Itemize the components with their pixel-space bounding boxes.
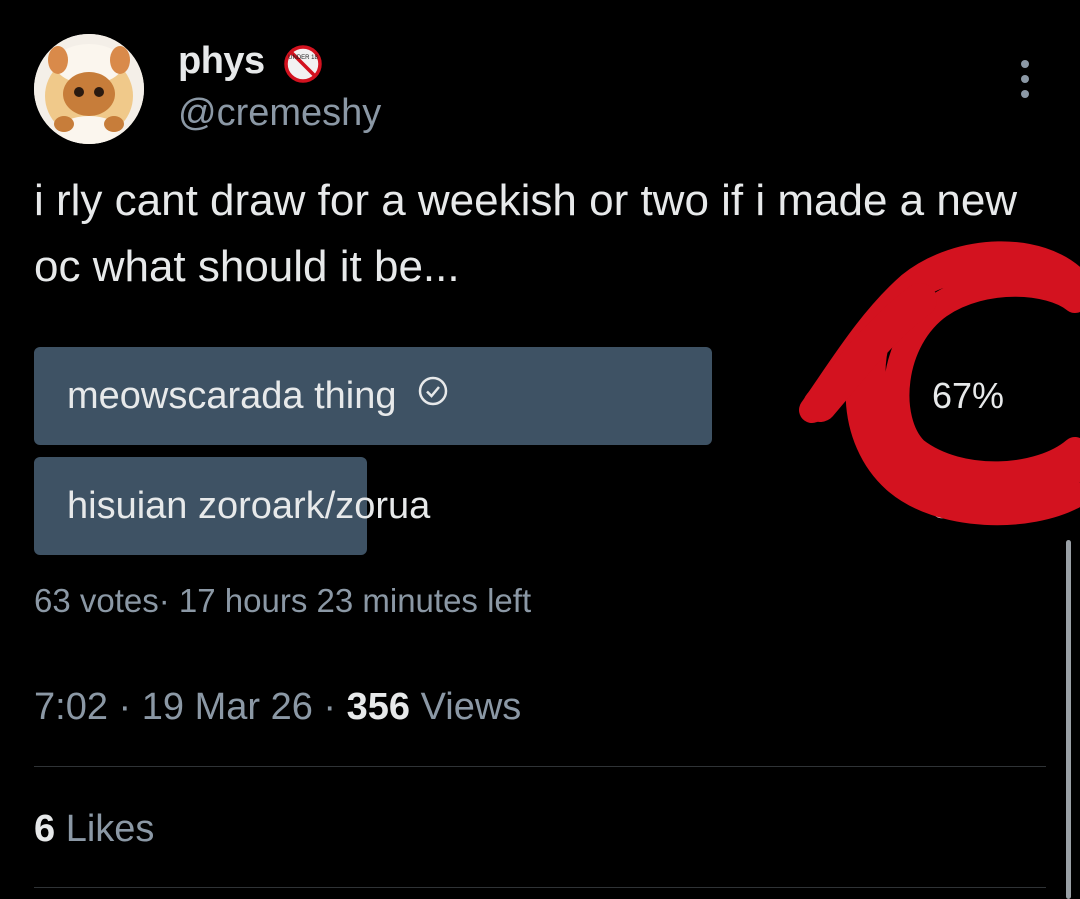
poll-votes: 63 votes	[34, 582, 159, 619]
likes-row[interactable]: 6 Likes	[34, 808, 154, 851]
avatar-image	[34, 34, 144, 144]
red-annotation-circle	[799, 241, 1080, 526]
tweet-time[interactable]: 7:02	[34, 686, 108, 728]
poll-option-label: hisuian zoroark/zorua	[67, 485, 431, 527]
avatar[interactable]	[34, 34, 144, 144]
under-18-badge-icon: UNDER 18	[283, 44, 323, 84]
likes-label: Likes	[65, 808, 155, 850]
badge-text: UNDER 18	[288, 55, 318, 61]
tweet-text: i rly cant draw for a weekish or two if …	[34, 176, 1018, 291]
more-options-icon[interactable]	[1010, 58, 1040, 100]
poll-meta: 63 votes· 17 hours 23 minutes left	[34, 582, 532, 619]
likes-count: 6	[34, 808, 56, 850]
poll-option-1[interactable]: meowscarada thing 67%	[34, 347, 1034, 445]
poll-time-left: 17 hours 23 minutes left	[178, 582, 532, 619]
timestamp-row: 7:02 · 19 Mar 26 · 356 Views	[34, 686, 522, 728]
check-circle-icon	[417, 346, 449, 444]
views-count: 356	[346, 686, 411, 728]
poll-option-2[interactable]: hisuian zoroark/zorua 33%	[34, 457, 1034, 555]
poll-option-label-wrap: meowscarada thing	[67, 347, 449, 445]
poll-option-percent: 67%	[931, 375, 1004, 416]
tweet-date[interactable]: 19 Mar 26	[142, 686, 313, 728]
divider	[34, 766, 1046, 767]
divider	[34, 887, 1046, 888]
views-label: Views	[420, 686, 522, 728]
scrollbar[interactable]	[1066, 540, 1071, 899]
poll-option-percent: 33%	[931, 485, 1004, 526]
user-handle[interactable]: @cremeshy	[178, 92, 381, 135]
poll-option-label: meowscarada thing	[67, 375, 397, 417]
display-name[interactable]: phys	[178, 40, 265, 83]
